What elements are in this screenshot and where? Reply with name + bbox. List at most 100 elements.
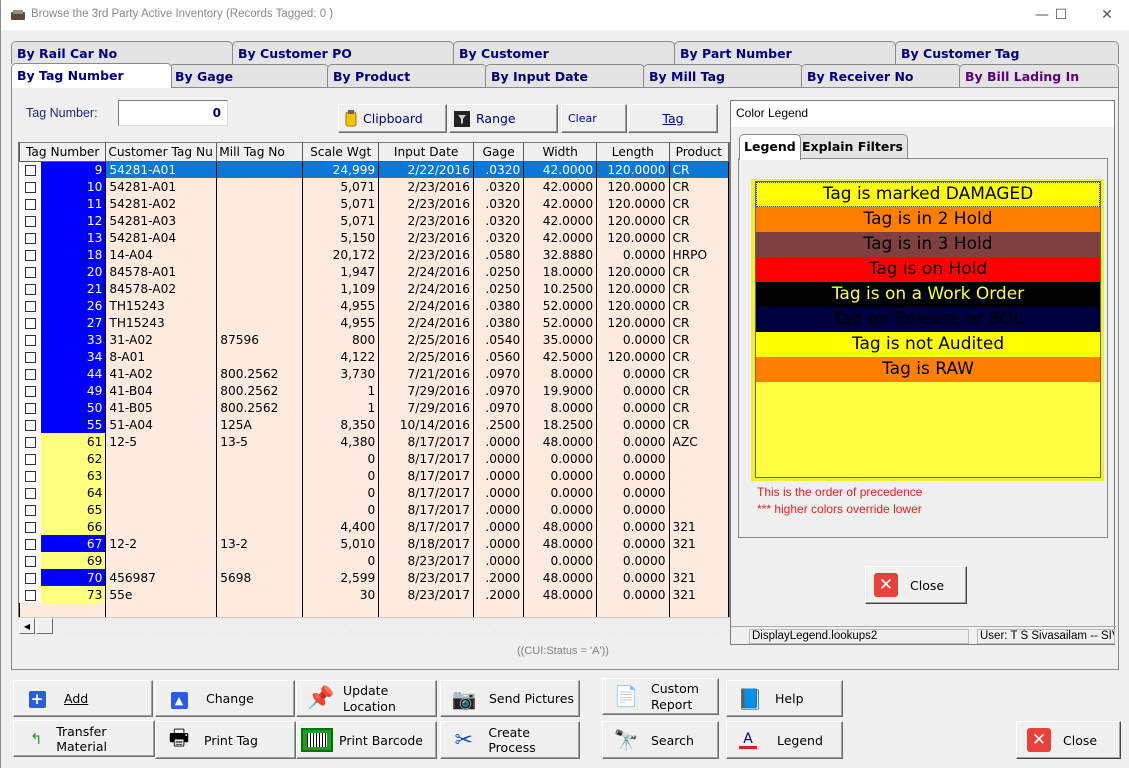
- table-row[interactable]: 67 12-2 13-2 5,010 8/18/2017.0000 48.0000 0.00…: [19, 535, 729, 552]
- row-checkbox[interactable]: [19, 433, 42, 450]
- checkbox[interactable]: [24, 385, 36, 397]
- table-row[interactable]: 61 12-5 13-5 4,380 8/17/2017.0000 48.0000 0.00…: [19, 433, 729, 450]
- legend-list[interactable]: Tag is marked DAMAGED Tag is in 2 Hold Tag…: [755, 181, 1101, 478]
- row-checkbox[interactable]: [19, 280, 42, 297]
- legend-item[interactable]: Tag is in 2 Hold: [756, 207, 1100, 232]
- table-row[interactable]: 12 54281-A03 5,071 2/23/2016.0320 42.0000 120…: [19, 212, 729, 229]
- tab-by-tag-number[interactable]: By Tag Number: [11, 63, 172, 88]
- checkbox[interactable]: [24, 215, 36, 227]
- clipboard-button[interactable]: Clipboard: [338, 104, 447, 133]
- table-row[interactable]: 18 14-A04 20,172 2/23/2016.0580 32.8880 0.000…: [19, 246, 729, 263]
- table-row[interactable]: 70 456987 5698 2,599 8/23/2017.2000 48.0000 0.…: [19, 569, 729, 586]
- search-button[interactable]: 🔭 Search: [602, 721, 719, 759]
- update-location-button[interactable]: 📌 Update Location: [296, 680, 437, 717]
- legend-tab[interactable]: Legend: [739, 134, 801, 160]
- table-row[interactable]: 66 4,400 8/17/2017.0000 48.0000 0.0000 321: [19, 518, 729, 535]
- scroll-thumb[interactable]: [36, 618, 53, 634]
- checkbox[interactable]: [24, 402, 36, 414]
- row-checkbox[interactable]: [19, 569, 42, 586]
- row-checkbox[interactable]: [19, 314, 42, 331]
- col-width[interactable]: Width: [523, 143, 598, 162]
- col-input-date[interactable]: Input Date: [378, 143, 474, 162]
- close-button[interactable]: ✕ Close: [1016, 721, 1121, 759]
- horizontal-scrollbar[interactable]: ◀: [18, 617, 730, 634]
- checkbox[interactable]: [24, 589, 36, 601]
- row-checkbox[interactable]: [19, 246, 42, 263]
- table-row[interactable]: 55 51-A04 125A 8,350 10/14/2016.2500 18.2500 0…: [19, 416, 729, 433]
- row-checkbox[interactable]: [19, 263, 42, 280]
- legend-close-button[interactable]: ✕ Close: [865, 566, 967, 604]
- tab-by-customer[interactable]: By Customer: [453, 41, 675, 64]
- col-tag-number[interactable]: Tag Number: [19, 143, 107, 162]
- table-row[interactable]: 21 84578-A02 1,109 2/24/2016.0250 10.2500 120…: [19, 280, 729, 297]
- table-row[interactable]: 9 54281-A01 24,999 2/22/2016.0320 42.0000 120…: [19, 161, 729, 178]
- table-row[interactable]: 11 54281-A02 5,071 2/23/2016.0320 42.0000 120…: [19, 195, 729, 212]
- legend-button[interactable]: A Legend: [726, 721, 843, 759]
- row-checkbox[interactable]: [19, 467, 42, 484]
- table-row[interactable]: 20 84578-A01 1,947 2/24/2016.0250 18.0000 120…: [19, 263, 729, 280]
- table-row[interactable]: 26 TH15243 4,955 2/24/2016.0380 52.0000 120.0…: [19, 297, 729, 314]
- row-checkbox[interactable]: [19, 450, 42, 467]
- checkbox[interactable]: [24, 453, 36, 465]
- row-checkbox[interactable]: [19, 348, 42, 365]
- print-tag-button[interactable]: 🖶 Print Tag: [155, 721, 296, 759]
- table-row[interactable]: 44 41-A02 800.2562 3,730 7/21/2016.0970 8.000…: [19, 365, 729, 382]
- row-checkbox[interactable]: [19, 297, 42, 314]
- table-row[interactable]: 64 0 8/17/2017.0000 0.0000 0.0000: [19, 484, 729, 501]
- checkbox[interactable]: [24, 283, 36, 295]
- maximize-button[interactable]: ☐: [1041, 4, 1081, 26]
- tab-by-part-number[interactable]: By Part Number: [674, 41, 896, 64]
- custom-report-button[interactable]: 📄 Custom Report: [602, 678, 719, 715]
- row-checkbox[interactable]: [19, 212, 42, 229]
- table-row[interactable]: 33 31-A02 87596 800 2/25/2016.0540 35.0000 0.0…: [19, 331, 729, 348]
- row-checkbox[interactable]: [19, 518, 42, 535]
- row-checkbox[interactable]: [19, 365, 42, 382]
- tab-by-input-date[interactable]: By Input Date: [485, 64, 645, 87]
- send-pictures-button[interactable]: 📷 Send Pictures: [440, 680, 580, 717]
- checkbox[interactable]: [24, 351, 36, 363]
- row-checkbox[interactable]: [19, 178, 42, 195]
- row-checkbox[interactable]: [19, 195, 42, 212]
- row-checkbox[interactable]: [19, 484, 42, 501]
- checkbox[interactable]: [24, 504, 36, 516]
- table-row[interactable]: 65 0 8/17/2017.0000 0.0000 0.0000: [19, 501, 729, 518]
- table-row[interactable]: 27 TH15243 4,955 2/24/2016.0380 52.0000 120.0…: [19, 314, 729, 331]
- col-product[interactable]: Product: [668, 143, 729, 162]
- checkbox[interactable]: [24, 436, 36, 448]
- row-checkbox[interactable]: [19, 331, 42, 348]
- table-row[interactable]: 34 8-A01 4,122 2/25/2016.0560 42.5000 120.000…: [19, 348, 729, 365]
- checkbox[interactable]: [24, 334, 36, 346]
- legend-item[interactable]: Tag is marked DAMAGED: [756, 182, 1100, 207]
- scroll-left-arrow-icon[interactable]: ◀: [19, 618, 35, 634]
- tag-button[interactable]: Tag: [628, 104, 718, 133]
- checkbox[interactable]: [24, 266, 36, 278]
- checkbox[interactable]: [24, 232, 36, 244]
- close-window-button[interactable]: ✕: [1087, 4, 1127, 26]
- row-checkbox[interactable]: [19, 229, 42, 246]
- col-scale-wgt[interactable]: Scale Wgt: [302, 143, 380, 162]
- tag-number-input[interactable]: 0: [118, 100, 228, 126]
- checkbox[interactable]: [24, 181, 36, 193]
- table-row[interactable]: 63 0 8/17/2017.0000 0.0000 0.0000: [19, 467, 729, 484]
- change-button[interactable]: ▲ Change: [155, 680, 295, 717]
- tab-by-gage[interactable]: By Gage: [169, 64, 329, 87]
- col-customer-tag[interactable]: Customer Tag Nu: [105, 143, 218, 162]
- checkbox[interactable]: [24, 487, 36, 499]
- tab-by-product[interactable]: By Product: [327, 64, 487, 87]
- checkbox[interactable]: [24, 419, 36, 431]
- tab-by-bill-lading-in[interactable]: By Bill Lading In: [959, 64, 1119, 87]
- table-row[interactable]: 62 0 8/17/2017.0000 0.0000 0.0000: [19, 450, 729, 467]
- row-checkbox[interactable]: [19, 416, 42, 433]
- row-checkbox[interactable]: [19, 586, 42, 603]
- row-checkbox[interactable]: [19, 535, 42, 552]
- checkbox[interactable]: [24, 572, 36, 584]
- checkbox[interactable]: [24, 164, 36, 176]
- legend-item[interactable]: Tag is on Hold: [756, 257, 1100, 282]
- checkbox[interactable]: [24, 198, 36, 210]
- checkbox[interactable]: [24, 470, 36, 482]
- tab-by-receiver-no[interactable]: By Receiver No: [801, 64, 961, 87]
- create-process-button[interactable]: ✂ Create Process: [440, 721, 580, 759]
- tab-by-rail-car-no[interactable]: By Rail Car No: [11, 41, 233, 64]
- checkbox[interactable]: [24, 521, 36, 533]
- clear-button[interactable]: Clear: [561, 104, 627, 133]
